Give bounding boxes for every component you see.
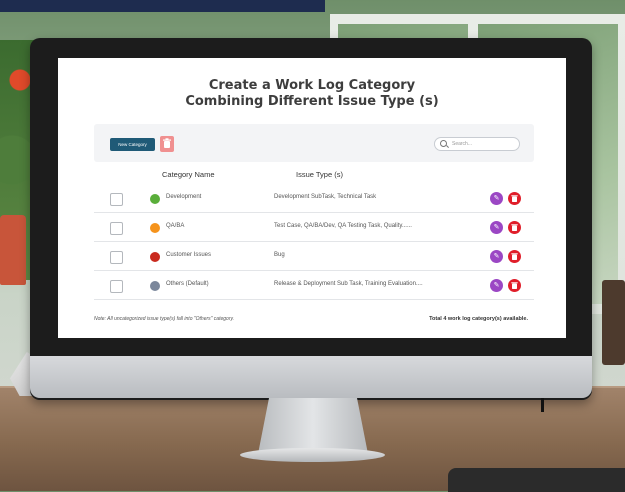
edit-icon: ✎: [493, 195, 500, 202]
toolbar: New Category Search...: [94, 124, 534, 162]
monitor-foot: [240, 448, 385, 462]
trash-icon: [511, 253, 518, 260]
edit-button[interactable]: ✎: [490, 279, 503, 292]
category-name: Others (Default): [166, 281, 209, 287]
plant-pot: [0, 215, 26, 285]
table-header: Category Name Issue Type (s): [94, 164, 534, 186]
table-row: Development Development SubTask, Technic…: [94, 186, 534, 213]
edit-icon: ✎: [493, 282, 500, 289]
table-row: Others (Default) Release & Deployment Su…: [94, 273, 534, 300]
search-icon: [440, 140, 447, 147]
delete-button[interactable]: [508, 250, 521, 263]
app-screen: Create a Work Log Category Combining Dif…: [58, 58, 566, 338]
category-color-dot: [150, 281, 160, 291]
issue-types: Release & Deployment Sub Task, Training …: [274, 281, 423, 287]
edit-button[interactable]: ✎: [490, 192, 503, 205]
row-checkbox[interactable]: [110, 222, 123, 235]
delete-button[interactable]: [508, 221, 521, 234]
page-title: Create a Work Log Category Combining Dif…: [58, 78, 566, 110]
monitor-stand: [258, 398, 368, 454]
edit-button[interactable]: ✎: [490, 221, 503, 234]
category-name: QA/BA: [166, 223, 185, 229]
table-row: Customer Issues Bug ✎: [94, 244, 534, 271]
category-panel: New Category Search... Category Name Iss…: [94, 124, 534, 324]
column-header-issue-types: Issue Type (s): [296, 170, 343, 179]
table-row: QA/BA Test Case, QA/BA/Dev, QA Testing T…: [94, 215, 534, 242]
page-title-line-1: Create a Work Log Category: [208, 78, 416, 93]
row-checkbox[interactable]: [110, 280, 123, 293]
new-category-button[interactable]: New Category: [110, 138, 155, 151]
category-color-dot: [150, 252, 160, 262]
delete-button[interactable]: [508, 192, 521, 205]
edit-icon: ✎: [493, 253, 500, 260]
monitor-chin: [30, 356, 592, 398]
category-name: Customer Issues: [166, 252, 212, 258]
search-input[interactable]: Search...: [434, 137, 520, 151]
page-title-line-2: Combining Different Issue Type (s): [185, 94, 439, 109]
issue-types: Development SubTask, Technical Task: [274, 194, 377, 200]
category-color-dot: [150, 194, 160, 204]
background-speaker: [602, 280, 625, 365]
trash-icon: [511, 195, 518, 202]
trash-icon: [163, 138, 171, 148]
row-checkbox[interactable]: [110, 193, 123, 206]
edit-button[interactable]: ✎: [490, 250, 503, 263]
search-placeholder: Search...: [452, 141, 473, 147]
issue-types: Bug: [274, 252, 285, 258]
category-name: Development: [166, 194, 202, 200]
monitor-cable: [541, 398, 544, 412]
keyboard: [448, 468, 625, 492]
edit-icon: ✎: [493, 224, 500, 231]
footer-note: Note: All uncategorized issue type(s) fa…: [94, 316, 235, 322]
column-header-category-name: Category Name: [162, 170, 215, 179]
bulk-delete-button[interactable]: [160, 136, 174, 152]
delete-button[interactable]: [508, 279, 521, 292]
top-banner: [0, 0, 325, 12]
trash-icon: [511, 282, 518, 289]
total-count: Total 4 work log category(s) available.: [429, 316, 528, 322]
category-color-dot: [150, 223, 160, 233]
row-checkbox[interactable]: [110, 251, 123, 264]
trash-icon: [511, 224, 518, 231]
issue-types: Test Case, QA/BA/Dev, QA Testing Task, Q…: [274, 223, 412, 229]
